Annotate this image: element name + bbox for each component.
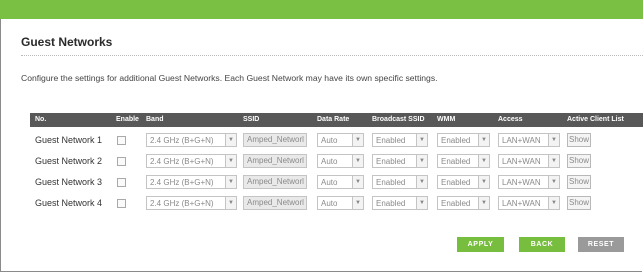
show-clients-button[interactable]: Show — [567, 133, 591, 147]
broadcast-ssid-value: Enabled — [376, 157, 406, 166]
chevron-down-icon: ▼ — [478, 197, 489, 209]
access-select[interactable]: LAN+WAN ▼ — [498, 175, 560, 189]
broadcast-ssid-value: Enabled — [376, 199, 406, 208]
header-no: No. — [35, 116, 47, 123]
title-divider — [21, 55, 643, 56]
access-value: LAN+WAN — [502, 157, 541, 166]
chevron-down-icon: ▼ — [416, 155, 427, 167]
chevron-down-icon: ▼ — [416, 176, 427, 188]
enable-checkbox[interactable] — [117, 199, 126, 208]
ssid-input[interactable]: Amped_Networl — [243, 154, 307, 168]
access-select[interactable]: LAN+WAN ▼ — [498, 133, 560, 147]
data-rate-select[interactable]: Auto ▼ — [317, 154, 364, 168]
table-row: Guest Network 3 2.4 GHz (B+G+N) ▼ Amped_N… — [30, 174, 643, 190]
chevron-down-icon: ▼ — [225, 176, 236, 188]
page-description: Configure the settings for additional Gu… — [21, 73, 438, 83]
chevron-down-icon: ▼ — [225, 197, 236, 209]
access-select[interactable]: LAN+WAN ▼ — [498, 196, 560, 210]
chevron-down-icon: ▼ — [416, 134, 427, 146]
header-access: Access — [498, 116, 523, 123]
chevron-down-icon: ▼ — [548, 155, 559, 167]
data-rate-select[interactable]: Auto ▼ — [317, 196, 364, 210]
apply-button[interactable]: APPLY — [457, 237, 504, 252]
ssid-input[interactable]: Amped_Networl — [243, 133, 307, 147]
top-banner — [0, 0, 643, 19]
data-rate-value: Auto — [321, 136, 338, 145]
row-label: Guest Network 3 — [35, 177, 103, 187]
band-select[interactable]: 2.4 GHz (B+G+N) ▼ — [146, 196, 237, 210]
ssid-input[interactable]: Amped_Networl — [243, 175, 307, 189]
row-label: Guest Network 2 — [35, 156, 103, 166]
data-rate-value: Auto — [321, 157, 338, 166]
table-row: Guest Network 1 2.4 GHz (B+G+N) ▼ Amped_N… — [30, 132, 643, 148]
band-value: 2.4 GHz (B+G+N) — [150, 199, 214, 208]
ssid-input[interactable]: Amped_Networl — [243, 196, 307, 210]
header-data-rate: Data Rate — [317, 116, 350, 123]
band-value: 2.4 GHz (B+G+N) — [150, 136, 214, 145]
enable-checkbox[interactable] — [117, 157, 126, 166]
header-broadcast-ssid: Broadcast SSID — [372, 116, 425, 123]
wmm-select[interactable]: Enabled ▼ — [437, 154, 490, 168]
header-enable: Enable — [116, 116, 139, 123]
broadcast-ssid-value: Enabled — [376, 178, 406, 187]
wmm-select[interactable]: Enabled ▼ — [437, 175, 490, 189]
chevron-down-icon: ▼ — [352, 155, 363, 167]
wmm-value: Enabled — [441, 178, 471, 187]
band-select[interactable]: 2.4 GHz (B+G+N) ▼ — [146, 175, 237, 189]
table-row: Guest Network 4 2.4 GHz (B+G+N) ▼ Amped_N… — [30, 195, 643, 211]
header-band: Band — [146, 116, 164, 123]
wmm-value: Enabled — [441, 157, 471, 166]
table-row: Guest Network 2 2.4 GHz (B+G+N) ▼ Amped_N… — [30, 153, 643, 169]
broadcast-ssid-select[interactable]: Enabled ▼ — [372, 133, 428, 147]
chevron-down-icon: ▼ — [478, 155, 489, 167]
chevron-down-icon: ▼ — [225, 155, 236, 167]
band-select[interactable]: 2.4 GHz (B+G+N) ▼ — [146, 133, 237, 147]
band-value: 2.4 GHz (B+G+N) — [150, 178, 214, 187]
chevron-down-icon: ▼ — [478, 134, 489, 146]
back-button[interactable]: BACK — [519, 237, 565, 252]
chevron-down-icon: ▼ — [548, 134, 559, 146]
chevron-down-icon: ▼ — [352, 176, 363, 188]
header-ssid: SSID — [243, 116, 260, 123]
table-header: No. Enable Band SSID Data Rate Broadcast… — [30, 113, 643, 127]
chevron-down-icon: ▼ — [416, 197, 427, 209]
show-clients-button[interactable]: Show — [567, 154, 591, 168]
broadcast-ssid-value: Enabled — [376, 136, 406, 145]
access-value: LAN+WAN — [502, 178, 541, 187]
data-rate-select[interactable]: Auto ▼ — [317, 175, 364, 189]
access-select[interactable]: LAN+WAN ▼ — [498, 154, 560, 168]
show-clients-button[interactable]: Show — [567, 175, 591, 189]
chevron-down-icon: ▼ — [352, 134, 363, 146]
chevron-down-icon: ▼ — [548, 197, 559, 209]
band-select[interactable]: 2.4 GHz (B+G+N) ▼ — [146, 154, 237, 168]
enable-checkbox[interactable] — [117, 136, 126, 145]
reset-button[interactable]: RESET — [578, 237, 624, 252]
chevron-down-icon: ▼ — [352, 197, 363, 209]
access-value: LAN+WAN — [502, 136, 541, 145]
show-clients-button[interactable]: Show — [567, 196, 591, 210]
chevron-down-icon: ▼ — [478, 176, 489, 188]
wmm-value: Enabled — [441, 136, 471, 145]
chevron-down-icon: ▼ — [548, 176, 559, 188]
header-wmm: WMM — [437, 116, 456, 123]
wmm-select[interactable]: Enabled ▼ — [437, 196, 490, 210]
data-rate-value: Auto — [321, 178, 338, 187]
broadcast-ssid-select[interactable]: Enabled ▼ — [372, 196, 428, 210]
broadcast-ssid-select[interactable]: Enabled ▼ — [372, 175, 428, 189]
header-active-client-list: Active Client List — [567, 116, 624, 123]
access-value: LAN+WAN — [502, 199, 541, 208]
wmm-value: Enabled — [441, 199, 471, 208]
chevron-down-icon: ▼ — [225, 134, 236, 146]
data-rate-select[interactable]: Auto ▼ — [317, 133, 364, 147]
page-title: Guest Networks — [21, 35, 113, 49]
enable-checkbox[interactable] — [117, 178, 126, 187]
data-rate-value: Auto — [321, 199, 338, 208]
row-label: Guest Network 1 — [35, 135, 103, 145]
row-label: Guest Network 4 — [35, 198, 103, 208]
wmm-select[interactable]: Enabled ▼ — [437, 133, 490, 147]
broadcast-ssid-select[interactable]: Enabled ▼ — [372, 154, 428, 168]
band-value: 2.4 GHz (B+G+N) — [150, 157, 214, 166]
